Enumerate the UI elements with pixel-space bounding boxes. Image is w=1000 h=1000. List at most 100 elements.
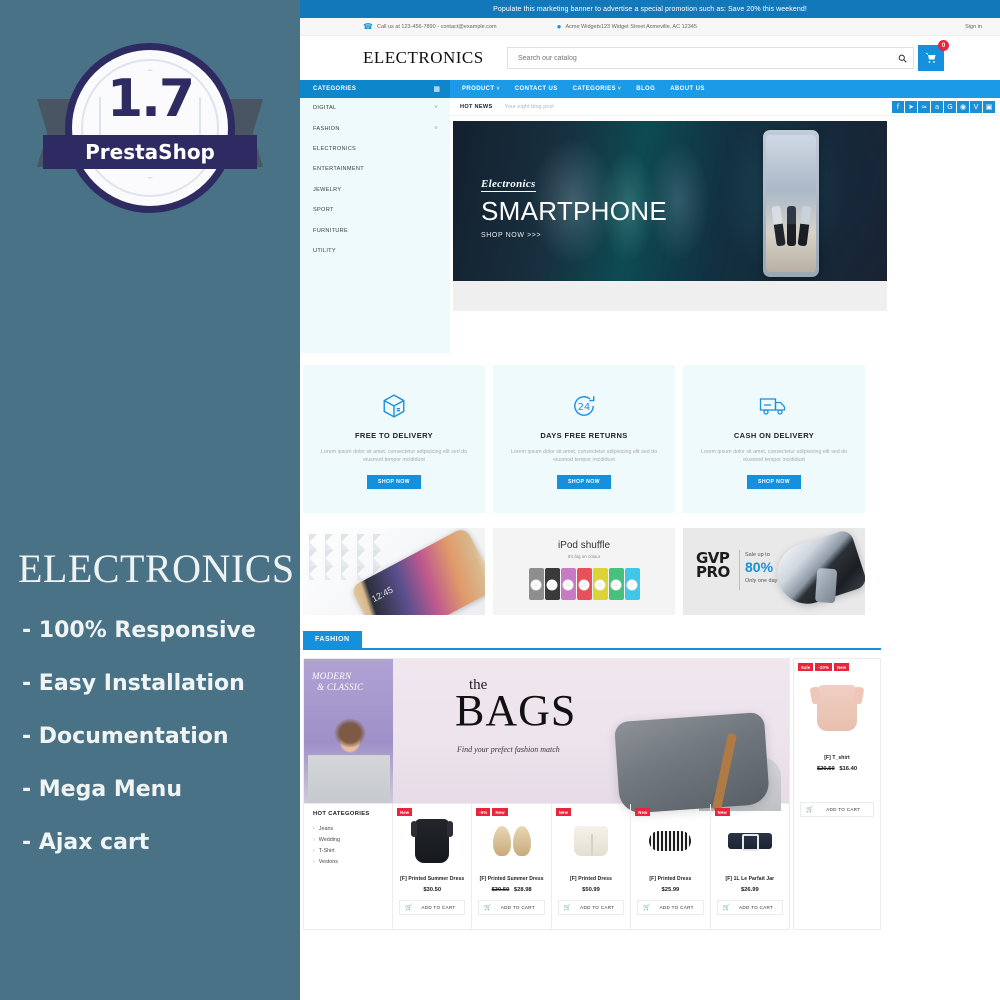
sidebar-item-electronics[interactable]: ELECTRONICS [300,139,450,159]
cart-button[interactable]: 0 [918,40,949,71]
ipod-swatch [592,568,608,600]
add-to-cart-button[interactable]: 🛒 ADD TO CART [478,900,545,915]
hot-categories-panel: HOT CATEGORIES Jeans Wedding T-Shirt Ves… [304,804,393,929]
hero-eyebrow: Electronics [481,178,536,192]
product-image [794,668,880,748]
ipod-swatch [624,568,640,600]
sidebar-item-fashion[interactable]: FASHION ˅ [300,118,450,138]
instagram-icon[interactable]: ▣ [983,101,995,113]
promo-feature-list: - 100% Responsive - Easy Installation - … [22,618,256,883]
add-to-cart-button[interactable]: 🛒 ADD TO CART [557,900,625,915]
google-plus-icon[interactable]: G [944,101,956,113]
rss-icon[interactable]: ≈ [918,101,930,113]
sidebar-item-entertainment[interactable]: ENTERTAINMENT [300,159,450,179]
model-photo [308,715,390,803]
chevron-down-icon: ˅ [617,86,622,92]
hot-category-item[interactable]: Wedding [313,837,392,843]
product-name[interactable]: [F] Printed Dress [552,876,630,882]
product-card[interactable]: New [F] 1L Le Parfait Jar $26.99 🛒 ADD T… [711,804,789,929]
service-shop-now-button[interactable]: SHOP NOW [367,475,421,490]
vimeo-icon[interactable]: V [970,101,982,113]
promo-banner-ipod-shuffle[interactable]: iPod shuffle It's big on colour [493,528,675,615]
search-button[interactable] [892,47,914,69]
sidebar-item-utility[interactable]: UTILITY [300,241,450,261]
add-to-cart-button[interactable]: 🛒 ADD TO CART [800,802,874,817]
pinterest-icon[interactable]: ◉ [957,101,969,113]
product-name[interactable]: [F] Printed Summer Dress [393,876,471,882]
add-to-cart-label: ADD TO CART [659,905,694,910]
product-card[interactable]: New [F] Printed Dress $25.99 🛒 ADD TO CA… [631,804,711,929]
service-shop-now-button[interactable]: SHOP NOW [557,475,611,490]
tab-fashion[interactable]: FASHION [303,631,362,648]
add-to-cart-button[interactable]: 🛒 ADD TO CART [637,900,704,915]
product-name[interactable]: [F] T_shirt [794,755,880,761]
product-card[interactable]: New [F] Printed Summer Dress $30.50 🛒 AD… [393,804,473,929]
promo-banner-gvp-pro[interactable]: GVP PRO Sale up to 80% Only one day [683,528,865,615]
bags-banner: the BAGS Find your prefect fashion match [393,659,789,815]
sidebar-item-jewelry[interactable]: JEWELRY [300,180,450,200]
product-card[interactable]: -5% New [F] Printed Summer Dress $30.50 … [472,804,552,929]
site-logo[interactable]: ELECTRONICS [363,48,484,68]
fashion-banner[interactable]: MODERN & CLASSIC the BAGS Find your pref… [304,659,789,815]
nav-item-categories[interactable]: CATEGORIES ˅ [573,86,622,92]
hot-category-item[interactable]: T-Shirt [313,848,392,854]
add-to-cart-label: ADD TO CART [580,905,615,910]
sidebar-item-furniture[interactable]: FURNITURE [300,220,450,240]
product-price-current: $25.99 [661,887,680,893]
badge-new: New [635,808,651,816]
nav-item-label: CATEGORIES [572,86,616,92]
product-name[interactable]: [F] 1L Le Parfait Jar [711,876,789,882]
add-to-cart-label: ADD TO CART [500,905,535,910]
sidebar-item-sport[interactable]: SPORT [300,200,450,220]
nav-item-product[interactable]: PRODUCT ˅ [462,86,500,92]
nav-item-about-us[interactable]: ABOUT US [670,86,705,92]
product-price: $50.99 [552,887,630,893]
cart-icon: 🛒 [563,905,572,911]
search-bar[interactable] [507,47,895,69]
hot-categories-title: HOT CATEGORIES [313,811,370,817]
cart-icon: 🛒 [722,905,731,911]
nav-item-label: BLOG [636,86,656,92]
badge-band: PrestaShop [43,135,257,169]
chevron-down-icon: ˅ [496,86,500,92]
promo-banner-subtitle: It's big on colour [567,554,601,559]
service-shop-now-button[interactable]: SHOP NOW [747,475,801,490]
product-price: $25.99 [631,887,709,893]
product-image [472,813,550,869]
service-card-free-returns: 24 DAYS FREE RETURNS Lorem ipsum dolor s… [493,365,675,513]
product-name[interactable]: [F] Printed Summer Dress [472,876,550,882]
add-to-cart-button[interactable]: 🛒 ADD TO CART [716,900,784,915]
cart-icon: 🛒 [806,807,814,813]
product-badges: New [397,808,413,816]
nav-item-contact-us[interactable]: CONTACT US [515,86,558,92]
product-name[interactable]: [F] Printed Dress [631,876,709,882]
add-to-cart-button[interactable]: 🛒 ADD TO CART [399,900,466,915]
hero-cta[interactable]: SHOP NOW >>> [481,232,667,239]
nav-item-blog[interactable]: BLOG [636,86,655,92]
hot-category-item[interactable]: Vestons [313,859,392,865]
product-grid: New [F] Printed Summer Dress $30.50 🛒 AD… [393,804,789,929]
gvp-sale-top: Sale up to [745,552,770,558]
hero-banner[interactable]: Electronics SMARTPHONE SHOP NOW >>> [453,121,887,281]
search-input[interactable] [508,48,894,68]
twitter-icon[interactable]: ➤ [905,101,917,113]
featured-product-card[interactable]: Sale -20% New [F] T_shirt $20.50 $16.40 … [793,658,881,930]
modern-line1: MODERN [312,671,352,681]
hot-category-item[interactable]: Jeans [313,826,392,832]
hero-text: Electronics SMARTPHONE SHOP NOW >>> [481,174,667,239]
modern-line2: & CLASSIC [317,682,364,692]
promo-banner-smartphone[interactable] [303,528,485,615]
facebook-icon[interactable]: f [892,101,904,113]
service-text: Lorem ipsum dolor sit amet, consectetur … [320,449,468,464]
sidebar-item-digital[interactable]: DIGITAL ˅ [300,98,450,118]
product-price: $30.50 [393,887,471,893]
ipod-swatch [528,568,544,600]
contact-phone[interactable]: ☎ Call us at 123-456-7890 - contact@exam… [363,22,497,31]
product-card[interactable]: New [F] Printed Dress $50.99 🛒 ADD TO CA… [552,804,632,929]
amazon-icon[interactable]: a [931,101,943,113]
hot-news-text[interactable]: Your eight blog post [505,104,554,110]
product-badges: New [635,808,651,816]
nav-categories-toggle[interactable]: CATEGORIES ▦ [300,80,450,98]
product-badges: New [714,808,730,816]
sign-in-link[interactable]: Sign in [965,24,982,30]
